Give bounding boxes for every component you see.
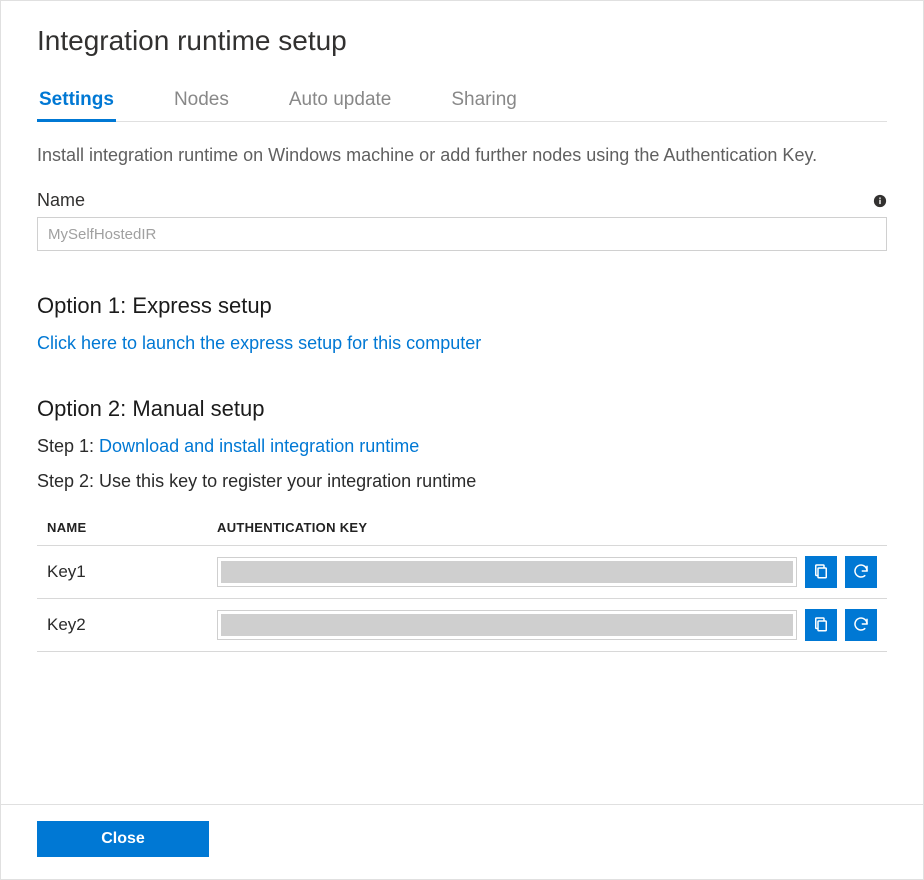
- copy-icon: [812, 562, 830, 583]
- name-input[interactable]: [37, 217, 887, 251]
- close-button[interactable]: Close: [37, 821, 209, 857]
- refresh-key2-button[interactable]: [845, 609, 877, 641]
- tab-auto-update[interactable]: Auto update: [287, 83, 393, 121]
- step1: Step 1: Download and install integration…: [37, 436, 887, 457]
- option1-heading: Option 1: Express setup: [37, 293, 887, 319]
- key-value-mask: [221, 561, 793, 583]
- copy-icon: [812, 615, 830, 636]
- table-row: Key2: [37, 599, 887, 652]
- key-value-box[interactable]: [217, 610, 797, 640]
- tab-nodes[interactable]: Nodes: [172, 83, 231, 121]
- refresh-icon: [852, 562, 870, 583]
- option2-heading: Option 2: Manual setup: [37, 396, 887, 422]
- key-name-cell: Key2: [37, 599, 207, 652]
- main-content: Integration runtime setup Settings Nodes…: [1, 1, 923, 804]
- refresh-key1-button[interactable]: [845, 556, 877, 588]
- express-setup-link[interactable]: Click here to launch the express setup f…: [37, 333, 481, 353]
- tab-settings[interactable]: Settings: [37, 83, 116, 121]
- tab-sharing[interactable]: Sharing: [449, 83, 519, 121]
- page-title: Integration runtime setup: [37, 25, 887, 57]
- info-icon[interactable]: [873, 194, 887, 208]
- step1-prefix: Step 1:: [37, 436, 99, 456]
- col-authkey: AUTHENTICATION KEY: [207, 512, 887, 546]
- key-field: [217, 556, 877, 588]
- download-link[interactable]: Download and install integration runtime: [99, 436, 419, 456]
- intro-text: Install integration runtime on Windows m…: [37, 142, 887, 168]
- tabs: Settings Nodes Auto update Sharing: [37, 83, 887, 122]
- keys-table: NAME AUTHENTICATION KEY Key1: [37, 512, 887, 652]
- step2: Step 2: Use this key to register your in…: [37, 471, 887, 492]
- name-field-label-row: Name: [37, 190, 887, 211]
- refresh-icon: [852, 615, 870, 636]
- key-value-mask: [221, 614, 793, 636]
- key-field: [217, 609, 877, 641]
- col-name: NAME: [37, 512, 207, 546]
- name-label: Name: [37, 190, 85, 211]
- copy-key1-button[interactable]: [805, 556, 837, 588]
- copy-key2-button[interactable]: [805, 609, 837, 641]
- table-row: Key1: [37, 546, 887, 599]
- key-name-cell: Key1: [37, 546, 207, 599]
- footer: Close: [1, 804, 923, 879]
- key-value-box[interactable]: [217, 557, 797, 587]
